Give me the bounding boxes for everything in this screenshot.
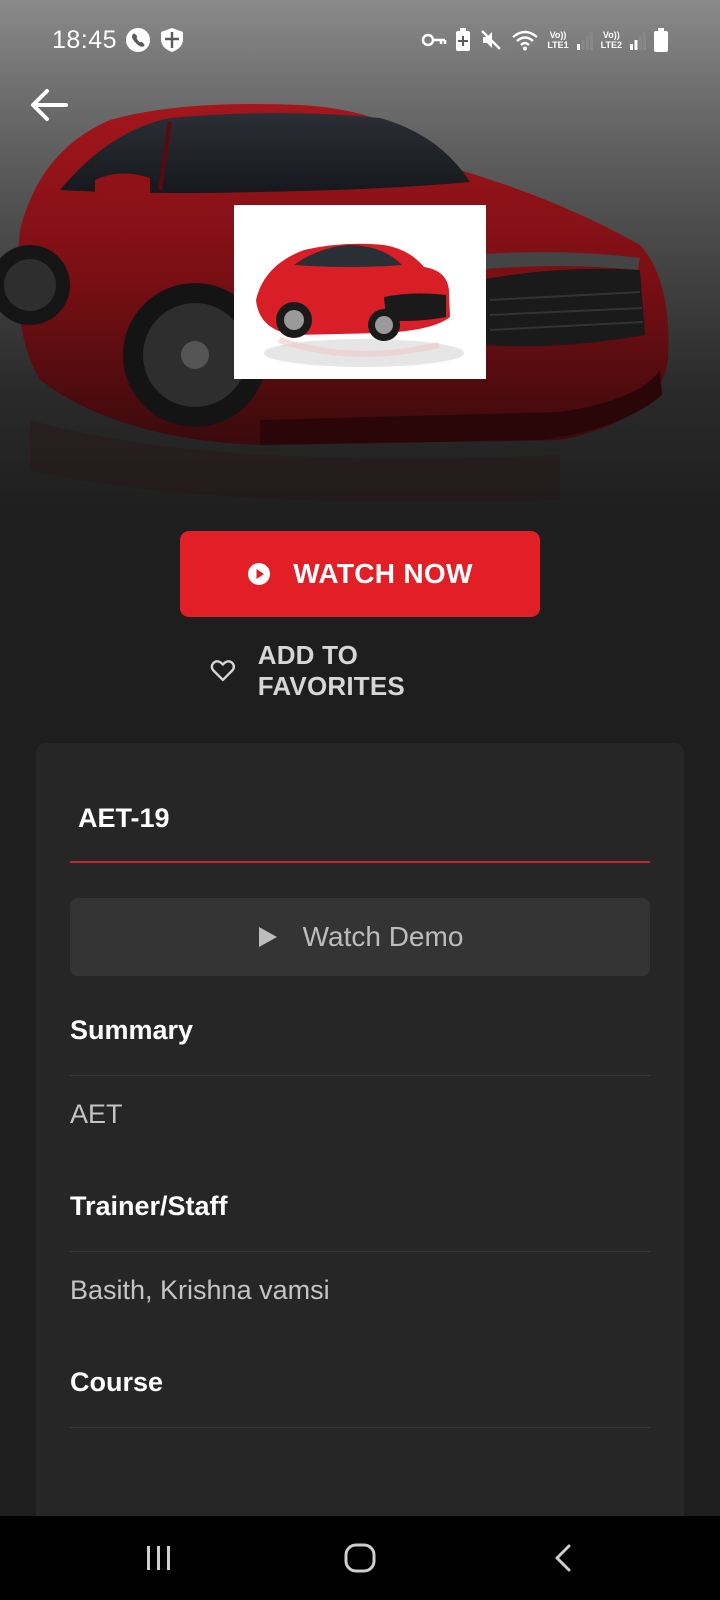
home-icon [344, 1543, 376, 1573]
battery-icon [654, 28, 668, 52]
battery-saver-icon [456, 28, 471, 51]
arrow-left-icon [31, 89, 68, 121]
mute-icon [481, 30, 502, 50]
recents-button[interactable] [129, 1536, 189, 1580]
play-circle-icon [248, 563, 271, 585]
back-icon [555, 1544, 571, 1572]
watch-demo-label: Watch Demo [302, 921, 464, 952]
watch-now-label: WATCH NOW [293, 558, 473, 589]
status-bar: 18:45 Vo)) LTE1 Vo)) LTE2 [0, 0, 720, 80]
nav-back-button[interactable] [533, 1536, 593, 1580]
signal-icon [576, 32, 593, 50]
play-icon [258, 927, 277, 947]
course-heading: Course [70, 1367, 164, 1397]
trainer-value: Basith, Krishna vamsi [70, 1275, 330, 1305]
course-details-card: AET-19 Watch Demo Summary AET Trainer/St… [36, 743, 684, 1523]
heart-outline-icon [210, 660, 236, 682]
status-time: 18:45 [52, 25, 118, 54]
signal-icon-2 [630, 32, 646, 50]
add-to-favorites-button[interactable]: ADD TO FAVORITES [210, 640, 510, 701]
recents-icon [147, 1546, 170, 1570]
network-label-1: Vo)) LTE1 [547, 30, 569, 50]
network-label-2: Vo)) LTE2 [600, 30, 622, 50]
summary-value: AET [70, 1099, 123, 1129]
course-thumbnail [234, 205, 486, 379]
back-button[interactable] [26, 82, 72, 128]
watch-now-button[interactable]: WATCH NOW [180, 531, 540, 617]
course-title: AET-19 [78, 803, 170, 833]
course-divider [70, 1427, 650, 1428]
wifi-icon [512, 30, 539, 51]
phone-icon [126, 28, 151, 52]
favorites-label: ADD TO FAVORITES [257, 640, 405, 701]
vpn-key-icon [422, 33, 447, 47]
watch-demo-button[interactable]: Watch Demo [70, 898, 650, 976]
home-button[interactable] [330, 1536, 390, 1580]
summary-heading: Summary [70, 1015, 194, 1045]
shield-icon [161, 28, 184, 52]
trainer-heading: Trainer/Staff [70, 1191, 228, 1221]
title-underline [70, 861, 650, 863]
car-thumbnail-image [234, 205, 486, 379]
trainer-divider [70, 1251, 650, 1252]
system-nav-bar [0, 1516, 720, 1600]
summary-divider [70, 1075, 650, 1076]
